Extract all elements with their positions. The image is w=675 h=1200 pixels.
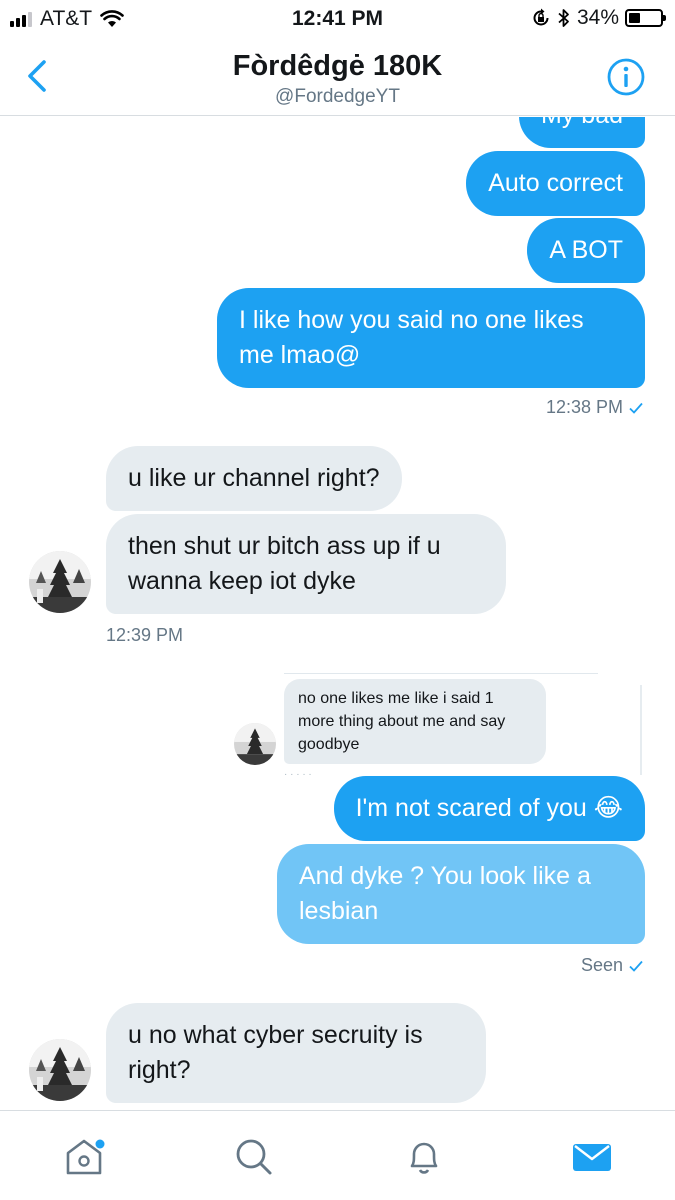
tab-home[interactable] xyxy=(60,1133,108,1181)
orientation-lock-icon xyxy=(533,8,549,26)
tab-bar xyxy=(0,1110,675,1200)
battery-percent: 34% xyxy=(576,6,619,29)
embedded-screenshot[interactable]: no one likes me like i said 1 more thing… xyxy=(228,673,644,780)
avatar-photo xyxy=(29,1039,91,1101)
embed-cut-text: · · · · · xyxy=(284,769,312,780)
check-icon xyxy=(629,960,643,972)
avatar[interactable] xyxy=(29,1039,91,1101)
message-bubble-outgoing[interactable]: And dyke ? You look like a lesbian xyxy=(277,844,645,944)
bell-icon xyxy=(410,1142,438,1174)
check-icon xyxy=(629,402,643,414)
avatar-photo xyxy=(234,723,276,765)
message-bubble-outgoing[interactable]: Auto correct xyxy=(466,151,645,216)
message-timestamp: 12:38 PM xyxy=(546,397,643,418)
embed-message: no one likes me like i said 1 more thing… xyxy=(284,679,546,764)
message-bubble-incoming[interactable]: u no what cyber secruity is right? xyxy=(106,1003,486,1103)
message-bubble-outgoing[interactable]: I'm not scared of you 😂 xyxy=(333,776,645,841)
message-bubble-outgoing[interactable]: I like how you said no one likes me lmao… xyxy=(217,288,645,388)
embed-avatar xyxy=(234,723,276,765)
mail-icon xyxy=(573,1144,611,1171)
info-icon[interactable] xyxy=(607,58,645,96)
message-timestamp: 12:39 PM xyxy=(106,625,183,646)
avatar-photo xyxy=(29,551,91,613)
message-bubble-outgoing[interactable]: A BOT xyxy=(527,218,645,283)
timestamp-text: 12:39 PM xyxy=(106,625,184,645)
conversation-title[interactable]: Fòrdêdgė 180K xyxy=(0,50,675,83)
message-bubble-outgoing[interactable]: My bad xyxy=(519,117,645,148)
tab-messages[interactable] xyxy=(568,1133,616,1181)
embed-divider xyxy=(284,673,598,674)
tab-search[interactable] xyxy=(230,1133,278,1181)
message-bubble-incoming[interactable]: then shut ur bitch ass up if u wanna kee… xyxy=(106,514,506,614)
timestamp-text: 12:38 PM xyxy=(545,397,623,417)
message-thread[interactable]: My bad Auto correct A BOT I like how you… xyxy=(0,117,675,1110)
conversation-handle[interactable]: @FordedgeYT xyxy=(0,86,675,108)
message-bubble-incoming[interactable]: u like ur channel right? xyxy=(106,446,402,511)
seen-indicator: Seen xyxy=(581,955,643,976)
search-icon xyxy=(236,1139,272,1175)
bluetooth-icon xyxy=(558,9,569,27)
embed-edge xyxy=(640,685,642,775)
home-icon xyxy=(66,1139,105,1175)
conversation-header: Fòrdêdgė 180K @FordedgeYT xyxy=(0,38,675,116)
status-bar: AT&T 12:41 PM 34% xyxy=(0,0,675,38)
seen-text: Seen xyxy=(580,955,623,975)
status-right: 34% xyxy=(531,6,666,30)
tab-notifications[interactable] xyxy=(400,1133,448,1181)
avatar[interactable] xyxy=(29,551,91,613)
battery-icon xyxy=(625,9,666,27)
